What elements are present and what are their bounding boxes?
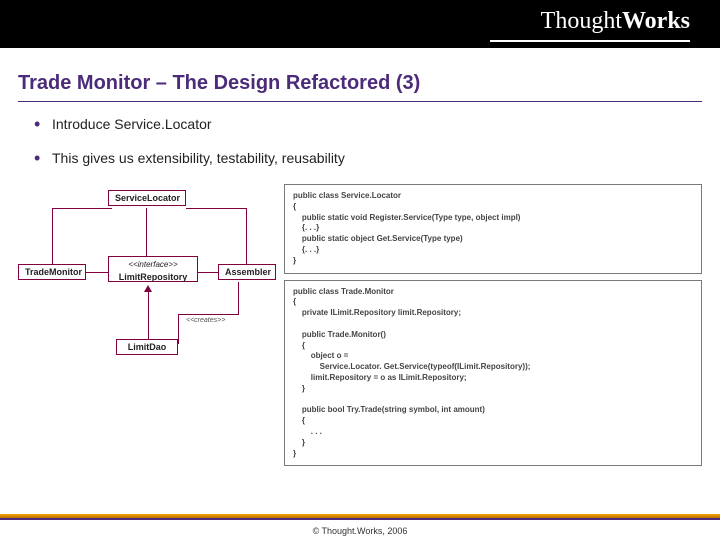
uml-repo-name: LimitRepository — [119, 272, 188, 282]
bullet-list: Introduce Service.Locator This gives us … — [34, 116, 696, 166]
uml-box-servicelocator: ServiceLocator — [108, 190, 186, 206]
title-rule — [18, 101, 702, 102]
uml-arrowhead-icon — [144, 285, 152, 292]
uml-box-limitdao: LimitDao — [116, 339, 178, 355]
uml-line — [146, 208, 147, 256]
uml-line — [52, 208, 53, 264]
brand-bold: Works — [622, 8, 690, 34]
content-row: ServiceLocator TradeMonitor <<interface>… — [18, 184, 702, 472]
uml-line — [178, 314, 238, 315]
uml-box-limitrepository: <<interface>> LimitRepository — [108, 256, 198, 282]
uml-box-assembler: Assembler — [218, 264, 276, 280]
uml-box-trademonitor: TradeMonitor — [18, 264, 86, 280]
uml-line — [148, 292, 149, 339]
uml-stereotype: <<interface>> — [115, 259, 191, 271]
slide-title: Trade Monitor – The Design Refactored (3… — [18, 72, 702, 95]
code-column: public class Service.Locator { public st… — [284, 184, 702, 472]
uml-line — [178, 314, 179, 344]
uml-creates-label: <<creates>> — [186, 317, 225, 324]
uml-line — [198, 272, 218, 273]
bullet-item: This gives us extensibility, testability… — [34, 150, 696, 166]
uml-diagram: ServiceLocator TradeMonitor <<interface>… — [18, 184, 278, 472]
code-block-trademonitor: public class Trade.Monitor { private ILi… — [284, 280, 702, 467]
footer-accent-bar — [0, 514, 720, 518]
brand-logo: ThoughtWorks — [541, 8, 690, 35]
uml-line — [86, 272, 108, 273]
bullet-item: Introduce Service.Locator — [34, 116, 696, 132]
header-bar: ThoughtWorks — [0, 0, 720, 48]
uml-line — [246, 208, 247, 264]
uml-line — [52, 208, 112, 209]
copyright-text: © Thought.Works, 2006 — [0, 526, 720, 536]
code-block-servicelocator: public class Service.Locator { public st… — [284, 184, 702, 274]
uml-line — [238, 282, 239, 315]
uml-line — [186, 208, 246, 209]
brand-thin: Thought — [541, 8, 622, 34]
brand-underline — [490, 40, 690, 42]
